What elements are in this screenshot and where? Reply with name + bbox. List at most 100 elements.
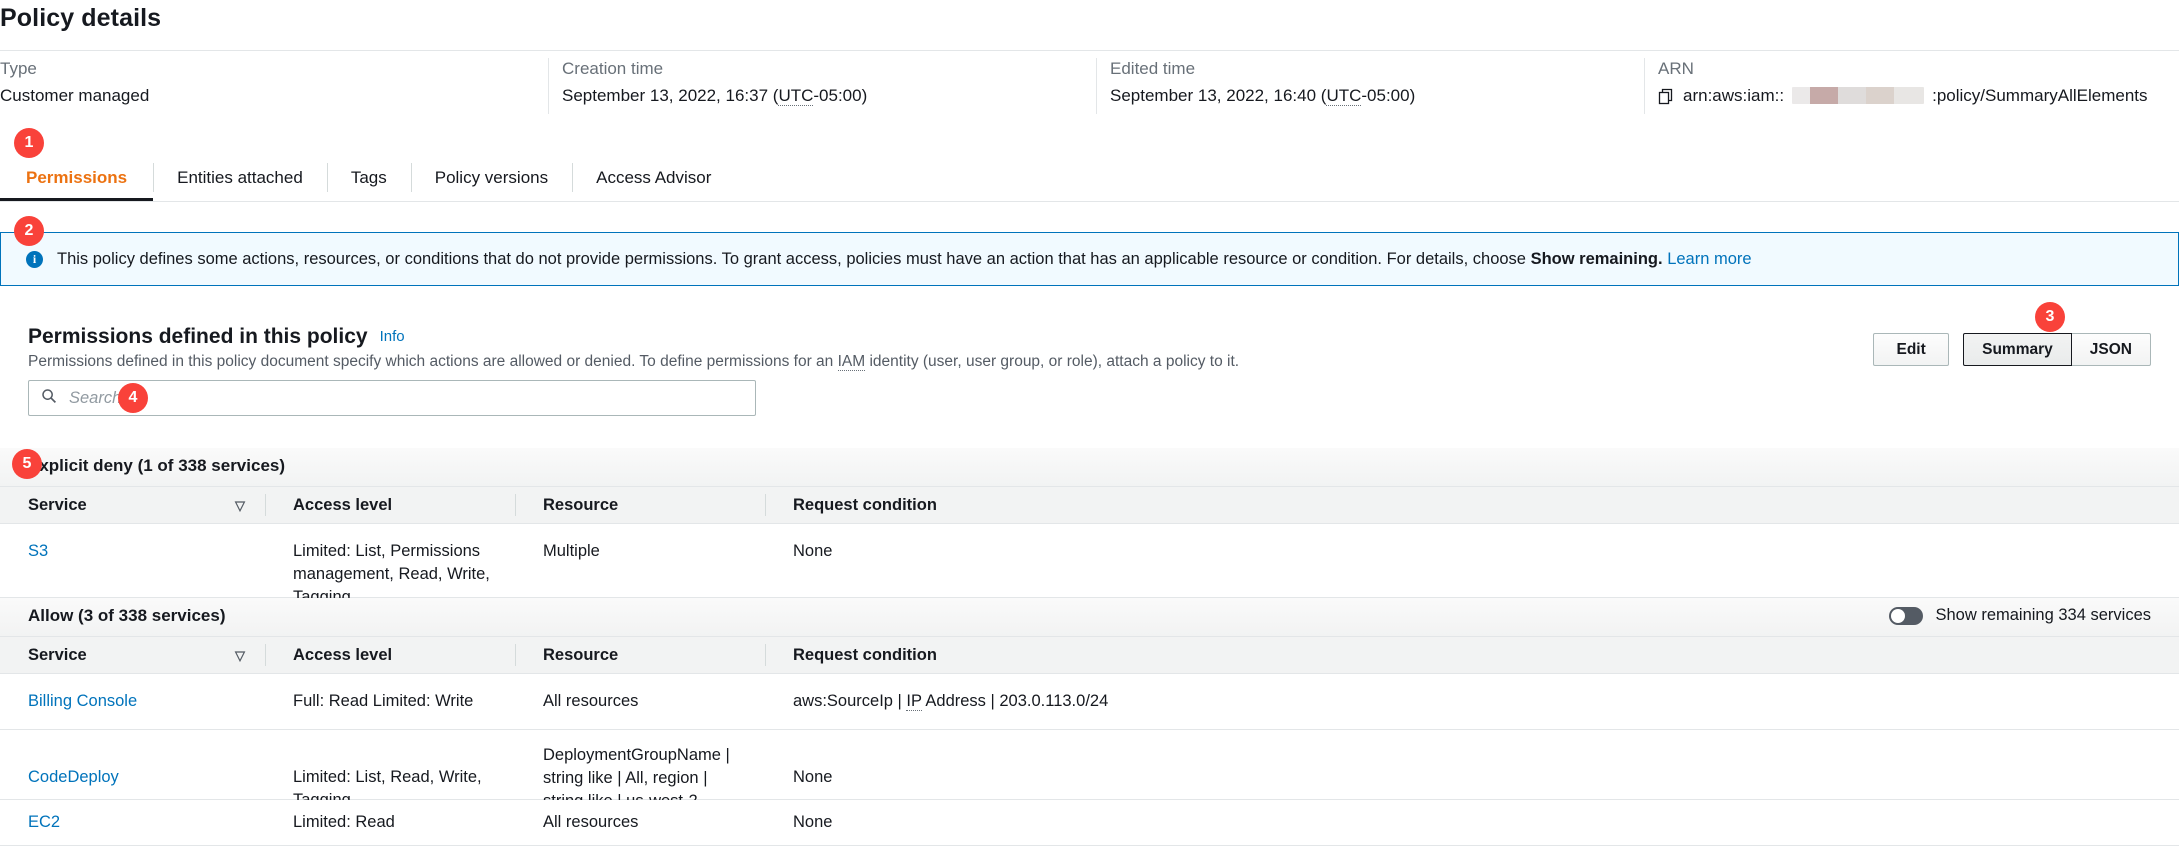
show-remaining-toggle-label: Show remaining 334 services xyxy=(1935,606,2151,625)
tab-entities-attached-label: Entities attached xyxy=(177,168,303,188)
detail-arn-label: ARN xyxy=(1658,58,2163,80)
cell-request-condition: None xyxy=(765,744,2179,789)
detail-type: Type Customer managed xyxy=(0,58,548,126)
edit-button[interactable]: Edit xyxy=(1873,333,1949,366)
service-link-billing-console[interactable]: Billing Console xyxy=(28,692,137,710)
cell-service: CodeDeploy xyxy=(0,744,265,789)
policy-detail-columns: Type Customer managed Creation time Sept… xyxy=(0,58,2179,126)
column-header-resource[interactable]: Resource xyxy=(515,636,765,674)
show-remaining-toggle-wrap: Show remaining 334 services xyxy=(1889,606,2151,625)
sort-descending-icon[interactable]: ▽ xyxy=(235,499,245,512)
sort-descending-icon[interactable]: ▽ xyxy=(235,649,245,662)
alert-text-part1: This policy defines some actions, resour… xyxy=(57,250,1531,268)
header-divider xyxy=(0,50,2179,51)
policy-details-page: Policy details Type Customer managed Cre… xyxy=(0,0,2179,846)
detail-creation-time-value: September 13, 2022, 16:37 (UTC-05:00) xyxy=(562,84,1080,107)
alert-text-bold: Show remaining. xyxy=(1531,250,1663,268)
tab-bar: Permissions Entities attached Tags Polic… xyxy=(0,154,2179,202)
view-toggle-group: Summary JSON xyxy=(1963,333,2151,366)
explicit-deny-title: Explicit deny (1 of 338 services) xyxy=(28,456,285,476)
allow-band xyxy=(0,598,2179,636)
table-row[interactable]: Billing Console Full: Read Limited: Writ… xyxy=(0,674,2179,730)
search-input[interactable] xyxy=(67,388,667,409)
table-row[interactable]: S3 Limited: List, Permissions management… xyxy=(0,524,2179,598)
tab-tags-label: Tags xyxy=(351,168,387,188)
iam-abbr: IAM xyxy=(838,353,866,371)
service-link-s3[interactable]: S3 xyxy=(28,542,48,560)
search-icon xyxy=(41,388,57,409)
permissions-description: Permissions defined in this policy docum… xyxy=(28,352,1239,372)
copy-icon[interactable] xyxy=(1658,88,1675,105)
annotation-badge-3: 3 xyxy=(2035,302,2065,332)
column-header-access-level[interactable]: Access level xyxy=(265,486,515,524)
detail-creation-time: Creation time September 13, 2022, 16:37 … xyxy=(548,58,1096,126)
arn-suffix: :policy/SummaryAllElements xyxy=(1932,84,2147,107)
toggle-knob xyxy=(1891,609,1905,623)
service-link-codedeploy[interactable]: CodeDeploy xyxy=(28,768,119,786)
cell-access-level: Full: Read Limited: Write xyxy=(265,690,515,713)
table-row[interactable]: EC2 Limited: Read All resources None xyxy=(0,800,2179,846)
annotation-badge-5: 5 xyxy=(12,449,42,479)
tab-baseline xyxy=(0,201,2179,202)
utc-abbr: UTC xyxy=(778,86,813,106)
tab-access-advisor[interactable]: Access Advisor xyxy=(572,154,735,201)
permissions-heading: Permissions defined in this policy Info xyxy=(28,325,405,349)
cell-access-level: Limited: Read xyxy=(265,811,515,834)
info-icon: i xyxy=(26,251,43,268)
info-link[interactable]: Info xyxy=(380,328,405,345)
tab-policy-versions-label: Policy versions xyxy=(435,168,548,188)
detail-creation-time-label: Creation time xyxy=(562,58,1080,80)
cell-request-condition: None xyxy=(765,811,2179,834)
column-header-service-label: Service xyxy=(28,646,87,665)
annotation-badge-4: 4 xyxy=(118,383,148,413)
detail-edited-time: Edited time September 13, 2022, 16:40 (U… xyxy=(1096,58,1644,126)
ip-abbr: IP xyxy=(906,692,921,711)
learn-more-link[interactable]: Learn more xyxy=(1667,250,1751,268)
detail-edited-time-value: September 13, 2022, 16:40 (UTC-05:00) xyxy=(1110,84,1628,107)
tab-entities-attached[interactable]: Entities attached xyxy=(153,154,327,201)
cell-service: Billing Console xyxy=(0,690,265,713)
column-header-service-label: Service xyxy=(28,496,87,515)
detail-arn: ARN arn:aws:iam:::policy/SummaryAllEleme… xyxy=(1644,58,2179,126)
annotation-badge-1: 1 xyxy=(14,128,44,158)
cell-request-condition: None xyxy=(765,540,2179,563)
annotation-badge-2: 2 xyxy=(14,216,44,246)
summary-button[interactable]: Summary xyxy=(1963,333,2072,366)
utc-abbr: UTC xyxy=(1326,86,1361,106)
cell-resource: All resources xyxy=(515,811,765,834)
allow-table-header: Service ▽ Access level Resource Request … xyxy=(0,636,2179,674)
tab-policy-versions[interactable]: Policy versions xyxy=(411,154,572,201)
info-alert: i This policy defines some actions, reso… xyxy=(0,232,2179,286)
column-header-access-level[interactable]: Access level xyxy=(265,636,515,674)
tab-access-advisor-label: Access Advisor xyxy=(596,168,711,188)
service-link-ec2[interactable]: EC2 xyxy=(28,813,60,831)
cell-service: EC2 xyxy=(0,811,265,834)
cell-service: S3 xyxy=(0,540,265,563)
info-alert-text: This policy defines some actions, resour… xyxy=(57,248,1752,270)
detail-arn-value: arn:aws:iam:::policy/SummaryAllElements xyxy=(1658,84,2163,107)
detail-type-value: Customer managed xyxy=(0,84,532,107)
detail-type-label: Type xyxy=(0,58,532,80)
view-mode-buttons: Edit Summary JSON xyxy=(1873,333,2151,366)
tab-tags[interactable]: Tags xyxy=(327,154,411,201)
tab-permissions-label: Permissions xyxy=(26,168,127,188)
explicit-deny-table-header: Service ▽ Access level Resource Request … xyxy=(0,486,2179,524)
allow-title: Allow (3 of 338 services) xyxy=(28,606,225,626)
column-header-service[interactable]: Service ▽ xyxy=(0,636,265,674)
permissions-heading-label: Permissions defined in this policy xyxy=(28,325,368,348)
cell-resource: All resources xyxy=(515,690,765,713)
arn-redacted-account-id xyxy=(1792,87,1924,104)
table-row[interactable]: CodeDeploy Limited: List, Read, Write, T… xyxy=(0,730,2179,800)
explicit-deny-band xyxy=(0,448,2179,486)
detail-edited-time-label: Edited time xyxy=(1110,58,1628,80)
page-title: Policy details xyxy=(0,4,161,33)
cell-resource: Multiple xyxy=(515,540,765,563)
json-button[interactable]: JSON xyxy=(2072,333,2151,366)
arn-prefix: arn:aws:iam:: xyxy=(1683,84,1784,107)
column-header-resource[interactable]: Resource xyxy=(515,486,765,524)
tab-permissions[interactable]: Permissions xyxy=(0,154,153,201)
column-header-request-condition[interactable]: Request condition xyxy=(765,486,2179,524)
column-header-request-condition[interactable]: Request condition xyxy=(765,636,2179,674)
show-remaining-toggle[interactable] xyxy=(1889,607,1923,625)
column-header-service[interactable]: Service ▽ xyxy=(0,486,265,524)
